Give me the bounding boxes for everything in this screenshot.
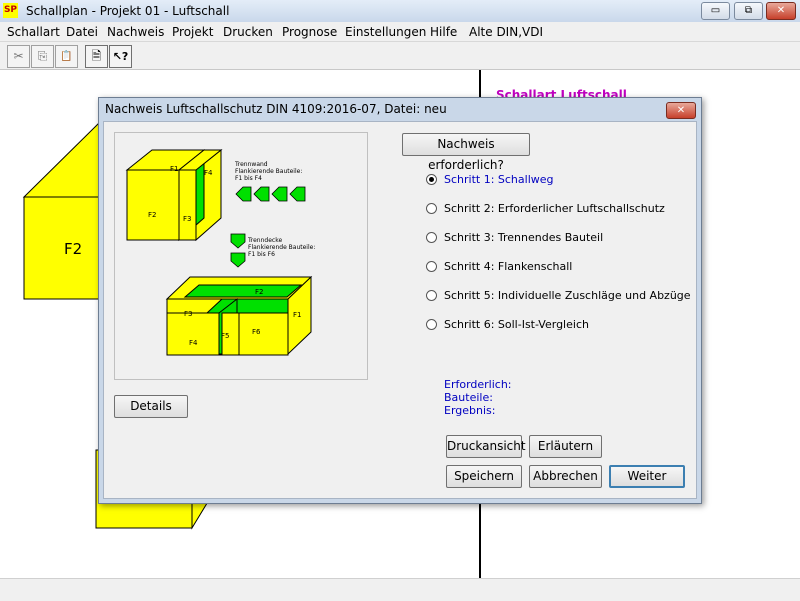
dialog-close-button[interactable]: ✕ (666, 102, 696, 119)
menu-prognose[interactable]: Prognose (282, 25, 337, 39)
ceiling-text-3: F1 bis F6 (248, 251, 275, 258)
wall-text-2: Flankierende Bauteile: (235, 168, 302, 175)
wall-text-3: F1 bis F4 (235, 175, 262, 182)
paste-icon[interactable]: 📋 (55, 45, 78, 68)
step-4-label[interactable]: Schritt 4: Flankenschall (444, 260, 572, 273)
weiter-button[interactable]: Weiter (609, 465, 685, 488)
menu-datei[interactable]: Datei (66, 25, 98, 39)
menu-schallart[interactable]: Schallart (7, 25, 60, 39)
menu-alte-din-vdi[interactable]: Alte DIN,VDI (469, 25, 543, 39)
app-icon[interactable]: SP (3, 3, 18, 18)
wall-text-1: Trennwand (234, 161, 268, 168)
abbrechen-button[interactable]: Abbrechen (529, 465, 602, 488)
druckansicht-button[interactable]: Druckansicht (446, 435, 526, 458)
dialog-body: F1 F4 F2 F3 Trennwand Flankierende Baute… (103, 121, 697, 499)
minimize-button[interactable]: ▭ (701, 2, 730, 20)
bottom-f6: F6 (252, 328, 261, 336)
close-button[interactable]: ✕ (766, 2, 796, 20)
dialog-title: Nachweis Luftschallschutz DIN 4109:2016-… (105, 102, 447, 116)
ceiling-text-1: Trenndecke (247, 237, 282, 244)
ceiling-arrows (230, 233, 246, 268)
room-top-face (22, 121, 100, 198)
construction-diagram: F1 F4 F2 F3 Trennwand Flankierende Baute… (125, 148, 315, 356)
step-1-label[interactable]: Schritt 1: Schallweg (444, 173, 554, 186)
top-box-diagram (125, 148, 223, 242)
bottom-f5: F5 (221, 332, 229, 340)
step-2-label[interactable]: Schritt 2: Erforderlicher Luftschallschu… (444, 202, 665, 215)
illustration-panel: F1 F4 F2 F3 Trennwand Flankierende Baute… (114, 132, 368, 380)
wall-arrows (235, 186, 306, 202)
wall-label-f2: F2 (64, 240, 83, 258)
erlaeutern-button[interactable]: Erläutern (529, 435, 602, 458)
step-5-label[interactable]: Schritt 5: Individuelle Zuschläge und Ab… (444, 289, 691, 302)
nachweis-erforderlich-button[interactable]: Nachweis erforderlich? (402, 133, 530, 172)
bottom-f1: F1 (293, 311, 301, 319)
bottom-f2: F2 (255, 288, 263, 296)
menu-drucken[interactable]: Drucken (223, 25, 273, 39)
top-f3: F3 (183, 215, 191, 223)
top-f1: F1 (170, 165, 178, 173)
ceiling-text-2: Flankierende Bauteile: (248, 244, 315, 251)
radio-circle[interactable] (426, 290, 437, 301)
radio-circle[interactable] (426, 174, 437, 185)
speichern-button[interactable]: Speichern (446, 465, 522, 488)
top-f2: F2 (148, 211, 156, 219)
radio-circle[interactable] (426, 261, 437, 272)
window-title: Schallplan - Projekt 01 - Luftschall (26, 4, 230, 18)
result-bauteile: Bauteile: (444, 391, 493, 404)
room-front-face (23, 196, 100, 300)
bottom-f4: F4 (189, 339, 198, 347)
copy-icon[interactable]: ⎘ (31, 45, 54, 68)
maximize-button[interactable]: ⧉ (734, 2, 763, 20)
menu-projekt[interactable]: Projekt (172, 25, 213, 39)
radio-circle[interactable] (426, 203, 437, 214)
menu-hilfe[interactable]: Hilfe (430, 25, 457, 39)
nachweis-dialog: Nachweis Luftschallschutz DIN 4109:2016-… (98, 97, 702, 504)
step-6-label[interactable]: Schritt 6: Soll-Ist-Vergleich (444, 318, 589, 331)
cut-icon[interactable]: ✂ (7, 45, 30, 68)
help-icon[interactable]: ↖? (109, 45, 132, 68)
properties-icon[interactable]: 🗎 (85, 45, 108, 68)
status-bar (0, 578, 800, 601)
menu-nachweis[interactable]: Nachweis (107, 25, 164, 39)
top-f4: F4 (204, 169, 213, 177)
radio-circle[interactable] (426, 232, 437, 243)
radio-circle[interactable] (426, 319, 437, 330)
menu-einstellungen[interactable]: Einstellungen (345, 25, 426, 39)
details-button[interactable]: Details (114, 395, 188, 418)
result-erforderlich: Erforderlich: (444, 378, 512, 391)
result-ergebnis: Ergebnis: (444, 404, 496, 417)
step-3-label[interactable]: Schritt 3: Trennendes Bauteil (444, 231, 603, 244)
bottom-f3: F3 (184, 310, 192, 318)
